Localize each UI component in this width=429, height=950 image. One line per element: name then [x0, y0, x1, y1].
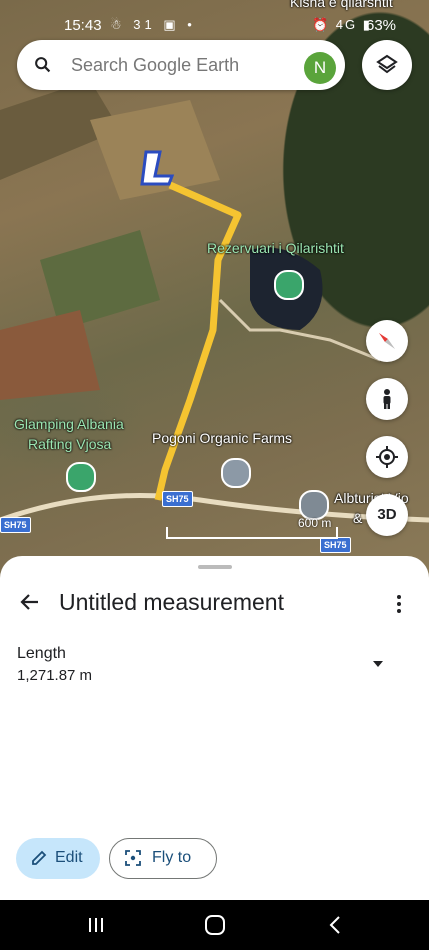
- pencil-icon: [32, 850, 47, 865]
- road-badge: SH75: [320, 537, 351, 553]
- back-nav-icon[interactable]: [324, 914, 348, 936]
- edit-button[interactable]: Edit: [16, 838, 100, 879]
- campground-poi-icon[interactable]: [66, 462, 96, 492]
- map-view[interactable]: 15:43 ☃ 31 ▣ • ⏰ 4G ▮ 63% Kisha e qilars…: [0, 0, 429, 580]
- map-label-glamping-2: Rafting Vjosa: [28, 436, 112, 452]
- back-arrow-icon[interactable]: [18, 590, 42, 614]
- unit-dropdown-icon[interactable]: [368, 654, 388, 674]
- search-icon: [35, 57, 51, 73]
- place-pin-icon[interactable]: [221, 458, 251, 488]
- layers-button[interactable]: [362, 40, 412, 90]
- home-icon[interactable]: [203, 914, 227, 936]
- my-location-icon: [376, 446, 398, 468]
- edit-button-label: Edit: [55, 849, 83, 866]
- sheet-drag-handle[interactable]: [198, 565, 232, 569]
- pegman-icon: [383, 389, 391, 409]
- measurement-sheet: Untitled measurement Length 1,271.87 m E…: [0, 556, 429, 900]
- map-label-farms: Pogoni Organic Farms: [152, 430, 293, 446]
- scale-label: 600 m: [298, 516, 332, 530]
- compass-button[interactable]: [366, 320, 408, 362]
- status-notification-icons: ☃ 31 ▣ •: [110, 17, 196, 32]
- layers-icon: [376, 54, 398, 74]
- road-badge: SH75: [162, 491, 193, 507]
- 3d-toggle-button[interactable]: 3D: [366, 494, 408, 536]
- more-options-icon[interactable]: [390, 592, 408, 616]
- my-location-button[interactable]: [366, 436, 408, 478]
- length-label: Length: [17, 645, 66, 662]
- recent-apps-icon[interactable]: [84, 914, 108, 936]
- measurement-title[interactable]: Untitled measurement: [59, 589, 284, 616]
- length-value: 1,271.87 m: [17, 667, 93, 684]
- map-label-albturist-2: &: [353, 510, 363, 526]
- map-label-top: Kisha e qilarshtit: [290, 0, 393, 10]
- map-label-reservoir: Rezervuari i Qilarishtit: [207, 240, 344, 256]
- measure-start-marker-icon[interactable]: [138, 148, 178, 188]
- road-badge: SH75: [0, 517, 31, 533]
- compass-icon: [379, 333, 395, 349]
- status-system-icons: ⏰ 4G ▮: [312, 17, 372, 32]
- avatar[interactable]: N: [304, 52, 336, 84]
- focus-icon: [125, 850, 141, 866]
- park-poi-icon[interactable]: [274, 270, 304, 300]
- fly-to-button-label: Fly to: [152, 849, 192, 866]
- search-bar[interactable]: Search Google Earth: [17, 40, 345, 90]
- android-nav-bar: [0, 900, 429, 950]
- status-time: 15:43: [64, 17, 102, 34]
- search-input[interactable]: Search Google Earth: [71, 55, 239, 76]
- fly-to-button[interactable]: Fly to: [109, 838, 217, 879]
- battery-level: 63%: [366, 17, 397, 34]
- map-label-glamping-1: Glamping Albania: [14, 416, 124, 432]
- street-view-button[interactable]: [366, 378, 408, 420]
